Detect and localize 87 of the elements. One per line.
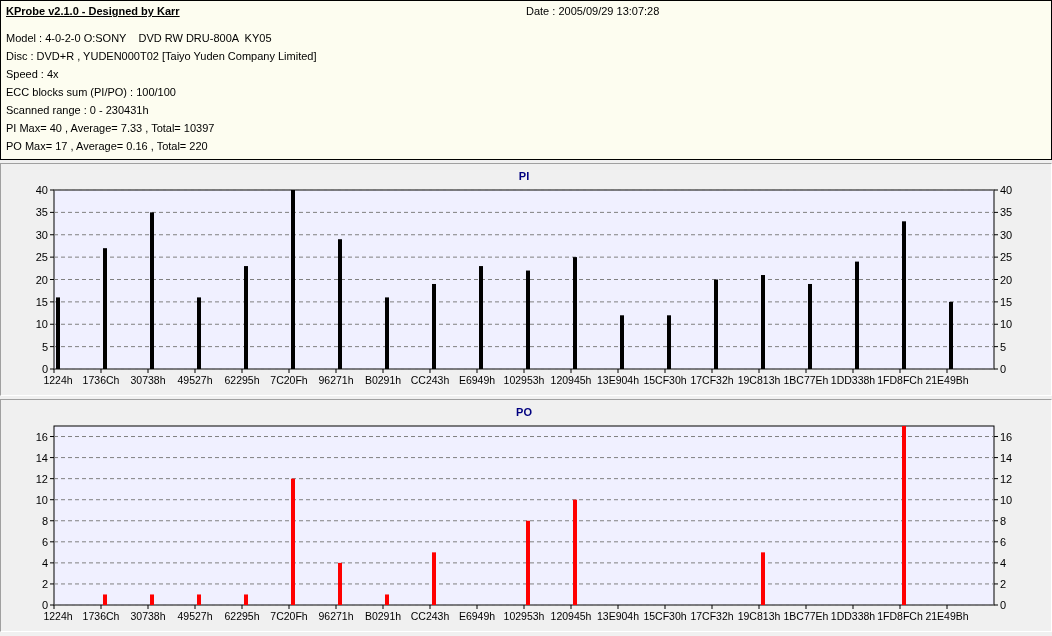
x-axis-label: 17CF32h xyxy=(690,374,734,386)
y-axis-label: 6 xyxy=(41,535,48,548)
x-axis-label: 19C813h xyxy=(737,610,781,622)
y-axis-label: 5 xyxy=(41,340,48,353)
info-line: Scanned range : 0 - 230431h xyxy=(6,103,149,118)
y-axis-label: 30 xyxy=(35,228,48,241)
x-axis-label: 30738h xyxy=(130,610,166,622)
y-axis-label: 5 xyxy=(1000,340,1007,353)
x-axis-label: 96271h xyxy=(318,374,354,386)
x-axis-label: 1BC77Eh xyxy=(783,610,829,622)
y-axis-label: 16 xyxy=(1000,430,1013,443)
x-axis-label: 21E49Bh xyxy=(925,374,969,386)
y-axis-label: 35 xyxy=(1000,206,1013,219)
y-axis-label: 0 xyxy=(41,363,48,375)
y-axis-label: 2 xyxy=(1000,577,1007,590)
y-axis-label: 8 xyxy=(1000,514,1007,527)
x-axis-label: 62295h xyxy=(224,374,260,386)
x-axis-label: 1FD8FCh xyxy=(877,374,923,386)
chart-title: PO xyxy=(516,406,532,418)
x-axis-label: E6949h xyxy=(458,610,496,622)
x-axis-label: 1224h xyxy=(43,374,73,386)
x-axis-label: 49527h xyxy=(177,610,213,622)
y-axis-label: 20 xyxy=(35,273,48,286)
y-axis-label: 14 xyxy=(35,451,48,464)
y-axis-label: 4 xyxy=(1000,556,1007,569)
y-axis-label: 6 xyxy=(1000,535,1007,548)
y-axis-label: 25 xyxy=(1000,251,1013,264)
y-axis-label: 4 xyxy=(41,556,48,569)
x-axis-label: 1224h xyxy=(43,610,73,622)
x-axis-label: E6949h xyxy=(458,374,496,386)
x-axis-label: 62295h xyxy=(224,610,260,622)
y-axis-label: 10 xyxy=(1000,318,1013,331)
x-axis-label: 1736Ch xyxy=(82,610,120,622)
y-axis-label: 2 xyxy=(41,577,48,590)
x-axis-label: 1DD338h xyxy=(830,374,876,386)
x-axis-label: 120945h xyxy=(550,610,592,622)
x-axis-label: 7C20Fh xyxy=(270,374,308,386)
x-axis-label: CC243h xyxy=(410,374,450,386)
x-axis-label: 120945h xyxy=(550,374,592,386)
x-axis-label: 1FD8FCh xyxy=(877,610,923,622)
info-line: Speed : 4x xyxy=(6,67,59,82)
y-axis-label: 8 xyxy=(41,514,48,527)
y-axis-label: 16 xyxy=(35,430,48,443)
info-line: PO Max= 17 , Average= 0.16 , Total= 220 xyxy=(6,139,208,154)
scan-date: Date : 2005/09/29 13:07:28 xyxy=(526,5,660,17)
info-line: PI Max= 40 , Average= 7.33 , Total= 10397 xyxy=(6,121,215,136)
y-axis-label: 40 xyxy=(35,184,48,196)
info-line: Model : 4-0-2-0 O:SONY DVD RW DRU-800A KY05 xyxy=(6,31,272,46)
x-axis-label: 1BC77Eh xyxy=(783,374,829,386)
y-axis-label: 25 xyxy=(35,251,48,264)
x-axis-label: 13E904h xyxy=(597,610,639,622)
x-axis-label: B0291h xyxy=(364,374,402,386)
x-axis-label: 96271h xyxy=(318,610,354,622)
info-line: ECC blocks sum (PI/PO) : 100/100 xyxy=(6,85,176,100)
x-axis-label: 102953h xyxy=(503,610,545,622)
y-axis-label: 12 xyxy=(35,472,48,485)
y-axis-label: 12 xyxy=(1000,472,1013,485)
app-title: KProbe v2.1.0 - Designed by Karr xyxy=(6,5,180,17)
y-axis-label: 14 xyxy=(1000,451,1013,464)
x-axis-label: 102953h xyxy=(503,374,545,386)
y-axis-label: 0 xyxy=(1000,363,1007,375)
y-axis-label: 15 xyxy=(35,295,48,308)
y-axis-label: 10 xyxy=(35,493,48,506)
x-axis-label: 19C813h xyxy=(737,374,781,386)
x-axis-label: 15CF30h xyxy=(643,610,687,622)
y-axis-label: 10 xyxy=(1000,493,1013,506)
y-axis-label: 40 xyxy=(1000,184,1013,196)
x-axis-label: 1DD338h xyxy=(830,610,876,622)
x-axis-label: CC243h xyxy=(410,610,450,622)
y-axis-label: 0 xyxy=(1000,599,1007,611)
y-axis-label: 35 xyxy=(35,206,48,219)
info-line: Disc : DVD+R , YUDEN000T02 [Taiyo Yuden Company Limited] xyxy=(6,49,317,64)
y-axis-label: 30 xyxy=(1000,228,1013,241)
y-axis-label: 0 xyxy=(41,599,48,611)
x-axis-label: 7C20Fh xyxy=(270,610,308,622)
x-axis-label: 13E904h xyxy=(597,374,639,386)
x-axis-label: 30738h xyxy=(130,374,166,386)
chart-title: PI xyxy=(518,170,530,182)
x-axis-label: 21E49Bh xyxy=(925,610,969,622)
y-axis-label: 10 xyxy=(35,318,48,331)
x-axis-label: 1736Ch xyxy=(82,374,120,386)
x-axis-label: 15CF30h xyxy=(643,374,687,386)
y-axis-label: 15 xyxy=(1000,295,1013,308)
x-axis-label: B0291h xyxy=(364,610,402,622)
y-axis-label: 20 xyxy=(1000,273,1013,286)
x-axis-label: 49527h xyxy=(177,374,213,386)
x-axis-label: 17CF32h xyxy=(690,610,734,622)
